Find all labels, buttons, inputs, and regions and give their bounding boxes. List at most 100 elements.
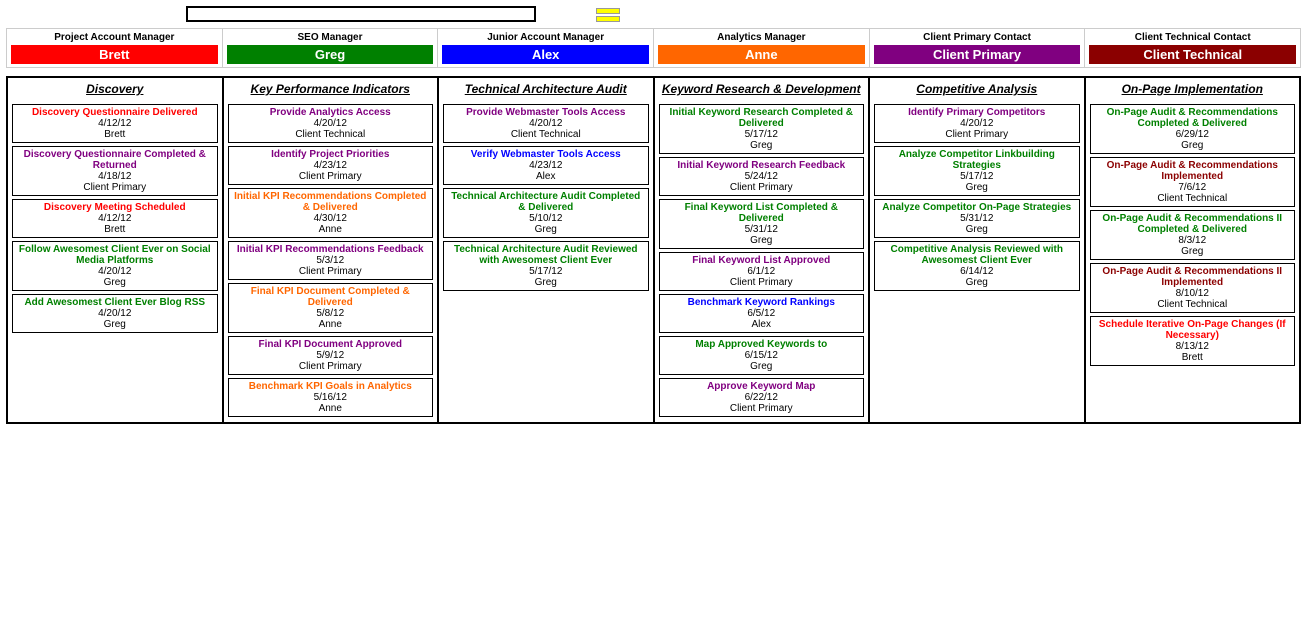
task-date: 5/8/12 xyxy=(232,308,430,319)
column-1: Key Performance IndicatorsProvide Analyt… xyxy=(224,78,440,424)
column-5: On-Page Implementation On-Page Audit & Re… xyxy=(1086,78,1302,424)
task-owner: Greg xyxy=(878,182,1076,193)
task-title: Schedule Iterative On-Page Changes (If N… xyxy=(1094,319,1292,341)
task-date: 8/3/12 xyxy=(1094,235,1292,246)
task-date: 5/17/12 xyxy=(878,171,1076,182)
role-title: Analytics Manager xyxy=(658,32,865,43)
task-card: Provide Webmaster Tools Access4/20/12Cli… xyxy=(443,104,649,143)
task-date: 6/29/12 xyxy=(1094,129,1292,140)
task-date: 5/3/12 xyxy=(232,255,430,266)
role-cell-1: SEO ManagerGreg xyxy=(223,29,439,67)
task-owner: Client Primary xyxy=(232,361,430,372)
task-title: Competitive Analysis Reviewed with Aweso… xyxy=(878,244,1076,266)
task-date: 6/5/12 xyxy=(663,308,861,319)
role-name: Alex xyxy=(442,45,649,64)
task-card: Verify Webmaster Tools Access4/23/12Alex xyxy=(443,146,649,185)
task-card: Final KPI Document Approved5/9/12Client … xyxy=(228,336,434,375)
task-owner: Alex xyxy=(663,319,861,330)
task-date: 4/23/12 xyxy=(447,160,645,171)
task-title: Discovery Meeting Scheduled xyxy=(16,202,214,213)
role-cell-5: Client Technical ContactClient Technical xyxy=(1085,29,1300,67)
task-card: Benchmark KPI Goals in Analytics5/16/12A… xyxy=(228,378,434,417)
task-card: Initial KPI Recommendations Feedback5/3/… xyxy=(228,241,434,280)
task-title: On-Page Audit & Recommendations II Imple… xyxy=(1094,266,1292,288)
column-header: Competitive Analysis xyxy=(874,82,1080,98)
task-title: Map Approved Keywords to xyxy=(663,339,861,350)
task-owner: Client Primary xyxy=(232,266,430,277)
task-owner: Brett xyxy=(16,129,214,140)
task-owner: Greg xyxy=(16,277,214,288)
task-owner: Client Primary xyxy=(16,182,214,193)
task-owner: Anne xyxy=(232,319,430,330)
task-card: Approve Keyword Map6/22/12Client Primary xyxy=(659,378,865,417)
task-owner: Alex xyxy=(447,171,645,182)
task-owner: Greg xyxy=(663,361,861,372)
column-2: Technical Architecture AuditProvide Webm… xyxy=(439,78,655,424)
task-card: Benchmark Keyword Rankings6/5/12Alex xyxy=(659,294,865,333)
task-card: Discovery Meeting Scheduled4/12/12Brett xyxy=(12,199,218,238)
task-owner: Greg xyxy=(1094,246,1292,257)
column-header: Keyword Research & Development xyxy=(659,82,865,98)
role-cell-4: Client Primary ContactClient Primary xyxy=(870,29,1086,67)
task-card: Final Keyword List Completed & Delivered… xyxy=(659,199,865,249)
column-header: On-Page Implementation xyxy=(1090,82,1296,98)
page: Project Account ManagerBrettSEO ManagerG… xyxy=(0,0,1307,638)
task-title: Benchmark KPI Goals in Analytics xyxy=(232,381,430,392)
task-owner: Client Primary xyxy=(663,182,861,193)
task-owner: Client Technical xyxy=(447,129,645,140)
task-title: Final Keyword List Approved xyxy=(663,255,861,266)
task-title: Provide Webmaster Tools Access xyxy=(447,107,645,118)
task-title: Analyze Competitor On-Page Strategies xyxy=(878,202,1076,213)
task-date: 6/1/12 xyxy=(663,266,861,277)
task-card: On-Page Audit & Recommendations II Imple… xyxy=(1090,263,1296,313)
role-name: Greg xyxy=(227,45,434,64)
task-date: 4/20/12 xyxy=(878,118,1076,129)
task-owner: Greg xyxy=(878,224,1076,235)
task-card: Technical Architecture Audit Reviewed wi… xyxy=(443,241,649,291)
task-card: Add Awesomest Client Ever Blog RSS4/20/1… xyxy=(12,294,218,333)
task-date: 4/12/12 xyxy=(16,213,214,224)
task-owner: Brett xyxy=(16,224,214,235)
columns-row: DiscoveryDiscovery Questionnaire Deliver… xyxy=(6,76,1301,424)
role-title: Client Primary Contact xyxy=(874,32,1081,43)
task-owner: Client Primary xyxy=(878,129,1076,140)
role-name: Anne xyxy=(658,45,865,64)
task-owner: Client Technical xyxy=(232,129,430,140)
role-cell-0: Project Account ManagerBrett xyxy=(7,29,223,67)
task-card: Schedule Iterative On-Page Changes (If N… xyxy=(1090,316,1296,366)
task-title: Follow Awesomest Client Ever on Social M… xyxy=(16,244,214,266)
task-title: Benchmark Keyword Rankings xyxy=(663,297,861,308)
task-card: Discovery Questionnaire Completed & Retu… xyxy=(12,146,218,196)
task-card: Initial Keyword Research Completed & Del… xyxy=(659,104,865,154)
task-card: Initial Keyword Research Feedback5/24/12… xyxy=(659,157,865,196)
task-title: Discovery Questionnaire Delivered xyxy=(16,107,214,118)
header-row xyxy=(6,6,1301,22)
task-card: Competitive Analysis Reviewed with Aweso… xyxy=(874,241,1080,291)
task-date: 5/16/12 xyxy=(232,392,430,403)
role-name: Client Technical xyxy=(1089,45,1296,64)
task-card: Discovery Questionnaire Delivered4/12/12… xyxy=(12,104,218,143)
task-date: 4/20/12 xyxy=(447,118,645,129)
task-card: Follow Awesomest Client Ever on Social M… xyxy=(12,241,218,291)
task-owner: Greg xyxy=(663,140,861,151)
task-card: Technical Architecture Audit Completed &… xyxy=(443,188,649,238)
task-date: 6/14/12 xyxy=(878,266,1076,277)
task-card: Initial KPI Recommendations Completed & … xyxy=(228,188,434,238)
task-card: On-Page Audit & Recommendations II Compl… xyxy=(1090,210,1296,260)
task-title: Initial Keyword Research Completed & Del… xyxy=(663,107,861,129)
task-date: 8/13/12 xyxy=(1094,341,1292,352)
task-date: 4/30/12 xyxy=(232,213,430,224)
role-name: Brett xyxy=(11,45,218,64)
task-owner: Greg xyxy=(447,277,645,288)
task-date: 5/17/12 xyxy=(447,266,645,277)
task-title: Discovery Questionnaire Completed & Retu… xyxy=(16,149,214,171)
task-title: Initial KPI Recommendations Feedback xyxy=(232,244,430,255)
task-title: Initial KPI Recommendations Completed & … xyxy=(232,191,430,213)
roles-row: Project Account ManagerBrettSEO ManagerG… xyxy=(6,28,1301,68)
task-owner: Greg xyxy=(16,319,214,330)
task-title: Identify Project Priorities xyxy=(232,149,430,160)
task-date: 5/24/12 xyxy=(663,171,861,182)
role-cell-2: Junior Account ManagerAlex xyxy=(438,29,654,67)
task-title: Add Awesomest Client Ever Blog RSS xyxy=(16,297,214,308)
task-owner: Greg xyxy=(447,224,645,235)
